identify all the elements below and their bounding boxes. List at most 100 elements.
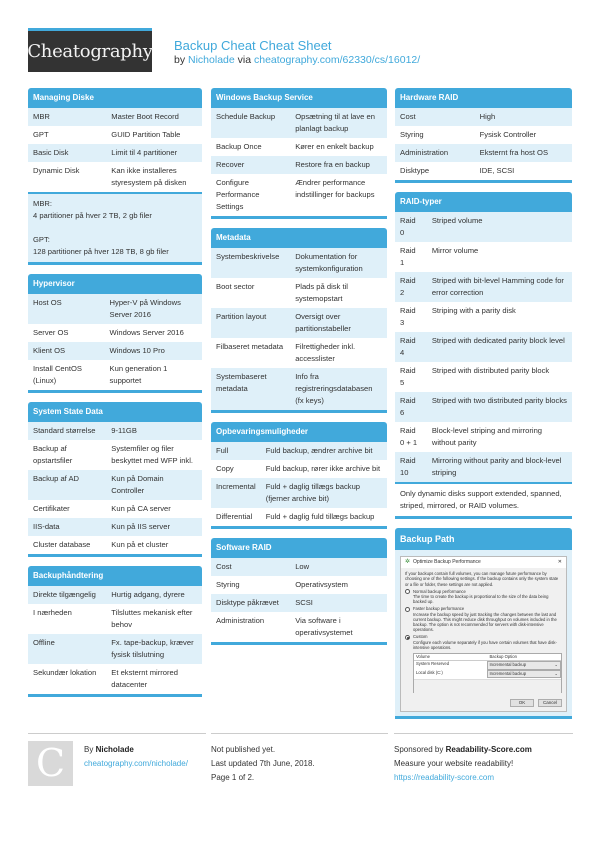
row-value: Windows Server 2016 [109, 328, 184, 337]
row-key: GPT [33, 130, 49, 139]
radio-unselected-icon[interactable] [405, 606, 410, 612]
footer-status: Not published yet. Last updated 7th June… [211, 733, 388, 785]
table-row: Raid 5 Striped with distributed parity bl… [395, 362, 572, 392]
row-key: Raid 5 [400, 366, 416, 387]
row-key: Administration [395, 144, 475, 162]
radio-unselected-icon[interactable] [405, 588, 410, 594]
table-row: Standard størrelse 9-11GB [28, 422, 202, 440]
byline: by Nicholade via cheatography.com/62330/… [174, 53, 420, 68]
table-row: Copy Fuld backup, rører ikke archive bit [211, 460, 387, 478]
row-key: Backup af opstartsfiler [33, 444, 73, 465]
section-managing-diske: Managing Diske MBR Master Boot Record GPT G… [28, 88, 202, 265]
software-raid-table: Cost Low Styring Operativsystem Disktype påk… [211, 558, 387, 642]
row-key: Klient OS [28, 342, 105, 360]
sponsor-link[interactable]: https://readability-score.com [394, 771, 573, 785]
backup-option-value: Incremental backup [489, 662, 527, 668]
row-key: Recover [211, 156, 291, 174]
row-value: Windows 10 Pro [104, 342, 202, 360]
table-row: Cost High [395, 108, 572, 126]
row-value: High [474, 108, 572, 126]
row-key: Filbaseret metadata [216, 342, 284, 351]
section-backup-path: Backup Path ✲ Optimize Backup Performance… [395, 528, 572, 720]
column-1: Managing Diske MBR Master Boot Record GPT G… [28, 88, 202, 706]
row-value: Mirroring without parity and block-level… [426, 452, 572, 482]
by-prefix: by [174, 54, 186, 66]
via-text: via [237, 54, 252, 66]
close-icon[interactable]: ✕ [558, 559, 562, 565]
cancel-button[interactable]: Cancel [538, 699, 562, 708]
metadata-table: Systembeskrivelse Dokumentation for syste… [211, 248, 387, 410]
section-title: Windows Backup Service [211, 88, 387, 108]
raid-typer-note: Only dynamic disks support extended, spa… [395, 482, 572, 516]
row-value: Master Boot Record [106, 108, 202, 126]
radio-label: Custom [413, 634, 428, 640]
row-value: Fuld backup, ændrer archive bit [260, 442, 387, 460]
row-key: Host OS [28, 294, 105, 324]
managing-diske-note: MBR: 4 partitioner på hver 2 TB, 2 gb fil… [28, 192, 202, 262]
row-key: Server OS [33, 328, 69, 337]
row-value: Systemfiler og filer beskyttet med WFP i… [111, 444, 194, 465]
sheet-url-link[interactable]: cheatography.com/62330/cs/16012/ [254, 54, 420, 66]
cheatography-logo[interactable]: Cheatography [27, 28, 153, 72]
dialog-screenshot-wrapper: ✲ Optimize Backup Performance ✕ If your b… [395, 550, 572, 717]
section-title: RAID-typer [395, 192, 572, 212]
author-link[interactable]: Nicholade [188, 54, 235, 66]
section-metadata: Metadata Systembeskrivelse Dokumentation … [211, 228, 387, 413]
table-row: Certifikater Kun på CA server [28, 500, 202, 518]
row-key: I nærheden [33, 608, 72, 617]
sponsor-tagline: Measure your website readability! [394, 759, 514, 768]
section-title: Hardware RAID [395, 88, 572, 108]
row-key: MBR [28, 108, 107, 126]
row-key: Raid 3 [400, 306, 416, 327]
table-row: Raid 0 Striped volume [395, 212, 572, 242]
row-value: SCSI [290, 594, 387, 612]
row-value: Striped volume [426, 212, 572, 242]
table-row: Klient OS Windows 10 Pro [28, 342, 202, 360]
volume-name: Local disk (C:) [416, 669, 443, 675]
row-value: Fuld + daglig tillægs backup (fjerner ar… [260, 478, 387, 508]
table-row: Cluster database Kun på et cluster [28, 536, 202, 554]
row-key: Systembaseret metadata [211, 368, 291, 410]
dialog-buttons: OK Cancel [405, 699, 562, 708]
published-status: Not published yet. [211, 745, 276, 754]
section-windows-backup-service: Windows Backup Service Schedule Backup Op… [211, 88, 387, 219]
backup-option-select[interactable]: Incremental backup ⌄ [486, 669, 561, 679]
section-system-state-data: System State Data Standard størrelse 9-11… [28, 402, 202, 557]
row-value: Et eksternt mirrored datacenter [111, 668, 178, 689]
row-key: Disktype [400, 166, 430, 175]
row-value: Kører en enkelt backup [295, 142, 374, 151]
section-software-raid: Software RAID Cost Low Styring Operativsyst… [211, 538, 387, 645]
sheet-title[interactable]: Backup Cheat Cheat Sheet [174, 38, 420, 53]
table-row: Recover Restore fra en backup [211, 156, 387, 174]
row-value: Low [290, 558, 387, 576]
row-key: Dynamic Disk [33, 166, 80, 175]
section-hypervisor: Hypervisor Host OS Hyper-V på Windows Ser… [28, 274, 202, 393]
row-key: Backup Once [216, 142, 262, 151]
ok-button[interactable]: OK [510, 699, 534, 708]
table-row: Offline Fx. tape-backup, kræver fysisk ti… [28, 634, 202, 664]
row-key: IIS-data [28, 518, 107, 536]
backup-option-select[interactable]: Incremental backup ⌄ [486, 661, 561, 670]
row-key: Partition layout [211, 308, 291, 338]
backuphaandtering-table: Direkte tilgængelig Hurtig adgang, dyrere… [28, 586, 202, 694]
table-row: Install CentOS (Linux) Kun generation 1 s… [28, 360, 202, 390]
row-key: Sekundær lokation [33, 668, 97, 677]
volume-table: Volume Backup Option System Reserved Incr… [413, 653, 562, 698]
row-key: Basic Disk [28, 144, 107, 162]
row-key: Offline [28, 634, 107, 664]
footer-author: C By Nicholade cheatography.com/nicholad… [28, 733, 206, 786]
table-row: Basic Disk Limit til 4 partitioner [28, 144, 202, 162]
table-row: Raid 0 + 1 Block-level striping and mirro… [395, 422, 572, 452]
row-key: Standard størrelse [28, 422, 107, 440]
title-block: Backup Cheat Cheat Sheet by Nicholade vi… [174, 38, 420, 68]
volume-table-empty [414, 679, 561, 698]
footer-by: By [84, 745, 94, 754]
table-row: Backup Once Kører en enkelt backup [211, 138, 387, 156]
row-value: 9-11GB [106, 422, 202, 440]
radio-selected-icon[interactable] [405, 634, 410, 640]
table-row: Styring Operativsystem [211, 576, 387, 594]
table-row: Raid 2 Striped with bit-level Hamming cod… [395, 272, 572, 302]
chevron-down-icon: ⌄ [554, 670, 558, 676]
footer-author-link[interactable]: cheatography.com/nicholade/ [84, 757, 206, 771]
row-key: Raid 10 [395, 452, 427, 482]
